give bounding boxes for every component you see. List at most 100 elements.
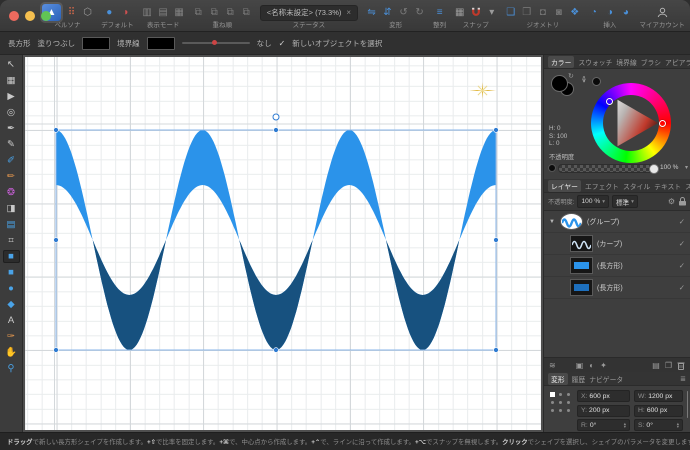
fill-color-well[interactable] — [551, 75, 568, 92]
tab-ナビゲータ[interactable]: ナビゲータ — [589, 374, 623, 384]
blend-mode-combo[interactable]: 標準 ▾ — [611, 195, 638, 208]
tab-履歴[interactable]: 履歴 — [572, 374, 586, 384]
rotate-cw-icon[interactable]: ↻ — [414, 5, 425, 20]
point-transform-tool[interactable]: ◎ — [3, 106, 20, 119]
layer-visibility-checkbox[interactable]: ✓ — [679, 239, 685, 248]
selection-handle[interactable] — [53, 347, 59, 353]
rotation-handle[interactable] — [272, 113, 280, 121]
link-dimensions-brace[interactable] — [687, 391, 688, 418]
tab-変形[interactable]: 変形 — [548, 372, 568, 385]
layer-label[interactable]: (長方形) — [597, 261, 675, 271]
layer-label[interactable]: (長方形) — [597, 283, 675, 293]
picked-color-well[interactable] — [592, 77, 601, 86]
opacity-dropdown-icon[interactable]: ▾ — [685, 164, 688, 171]
stroke-swatch[interactable] — [146, 36, 175, 50]
stroke-width-slider-knob[interactable] — [212, 40, 218, 45]
text-tool[interactable]: A — [3, 314, 20, 327]
vector-brush-tool[interactable]: ✐ — [3, 154, 20, 167]
insert-behind-icon[interactable]: ◔ — [588, 5, 599, 20]
layer-visibility-checkbox[interactable]: ✓ — [679, 283, 685, 292]
s-field[interactable]: S: 0° ▴ ▾ — [634, 419, 683, 431]
hue-selector[interactable] — [659, 120, 666, 127]
export-persona-icon[interactable]: ⬡ — [82, 5, 93, 20]
pencil-tool[interactable]: ✎ — [3, 138, 20, 151]
snap-grid-icon[interactable]: ▦ — [454, 5, 465, 20]
insert-inside-icon[interactable]: ◕ — [620, 5, 631, 20]
paint-brush-tool[interactable]: ✏ — [3, 170, 20, 183]
layer-visibility-checkbox[interactable]: ✓ — [679, 261, 685, 270]
boolean-xor-icon[interactable]: ◙ — [553, 5, 564, 20]
artboard-tool[interactable]: ▦ — [3, 74, 20, 87]
close-window-button[interactable] — [9, 11, 19, 21]
transparency-tool[interactable]: ◨ — [3, 202, 20, 215]
layer-settings-gear-icon[interactable]: ⚙ — [668, 197, 675, 206]
zoom-tool[interactable]: ⚲ — [3, 362, 20, 375]
move-to-back-icon[interactable]: ⧉ — [241, 5, 252, 20]
opacity-slider-knob[interactable] — [649, 164, 659, 174]
outline-view-icon[interactable]: ▤ — [158, 5, 169, 20]
y-field[interactable]: Y: 200 px — [577, 404, 630, 417]
opacity-zero-swatch[interactable] — [548, 164, 556, 172]
group-layers-icon[interactable]: ❐ — [665, 361, 672, 370]
swap-colors-icon[interactable]: ↻ — [568, 72, 574, 80]
artboard[interactable] — [25, 57, 541, 430]
tab-ストック[interactable]: ストック — [685, 181, 690, 191]
layer-row[interactable]: (長方形) ✓ — [544, 277, 690, 299]
x-field[interactable]: X: 600 px — [577, 390, 630, 402]
boolean-intersect-icon[interactable]: ◘ — [537, 5, 548, 20]
triangle-selector[interactable] — [606, 98, 613, 105]
panel-menu-icon[interactable]: ≣ — [680, 375, 686, 383]
expander-icon[interactable]: ▼ — [549, 219, 556, 225]
layer-visibility-checkbox[interactable]: ✓ — [679, 217, 685, 226]
flip-vertical-icon[interactable]: ⇵ — [382, 5, 393, 20]
selection-handle[interactable] — [493, 347, 499, 353]
insert-on-top-icon[interactable]: ◑ — [604, 5, 615, 20]
hand-tool[interactable]: ✋ — [3, 346, 20, 359]
split-view-icon[interactable]: ▦ — [174, 5, 185, 20]
move-forward-icon[interactable]: ⧉ — [209, 5, 220, 20]
snap-dropdown-icon[interactable]: ▾ — [486, 5, 497, 20]
boolean-divide-icon[interactable]: ❖ — [569, 5, 580, 20]
tab-スタイル[interactable]: スタイル — [623, 181, 650, 191]
fill-swatch[interactable] — [82, 36, 111, 50]
tab-エフェクト[interactable]: エフェクト — [585, 181, 619, 191]
alignment-icon[interactable]: ≡ — [434, 5, 445, 20]
canvas-pasteboard[interactable] — [23, 55, 543, 432]
tab-境界線[interactable]: 境界線 — [616, 57, 636, 67]
pen-tool[interactable]: ✒ — [3, 122, 20, 135]
isolate-icon[interactable]: ≋ — [549, 361, 556, 370]
color-picker-tool[interactable]: ✑ — [3, 330, 20, 343]
selection-handle[interactable] — [53, 237, 59, 243]
rotate-ccw-icon[interactable]: ↺ — [398, 5, 409, 20]
rectangle-tool[interactable]: ■ — [2, 250, 20, 263]
select-new-object-checkbox[interactable]: ✓ — [279, 39, 286, 48]
adjustment-icon[interactable]: ◐ — [589, 361, 594, 370]
h-field[interactable]: H: 600 px — [634, 404, 683, 417]
effects-icon[interactable]: ✦ — [600, 361, 607, 370]
move-tool[interactable]: ↖ — [3, 58, 20, 71]
close-document-icon[interactable]: × — [346, 8, 351, 17]
layer-row[interactable]: (長方形) ✓ — [544, 255, 690, 277]
custom-shape-tool[interactable]: ◆ — [3, 298, 20, 311]
fill-gradient-tool[interactable]: ❂ — [3, 186, 20, 199]
selection-handle[interactable] — [273, 347, 279, 353]
place-image-tool[interactable]: ▤ — [3, 218, 20, 231]
stroke-width-slider[interactable] — [181, 40, 250, 45]
snapping-magnet-icon[interactable] — [470, 5, 481, 20]
opacity-value[interactable]: 100 % — [660, 164, 678, 171]
account-icon[interactable] — [657, 5, 668, 20]
boolean-add-icon[interactable]: ❑ — [505, 5, 516, 20]
tab-テキスト[interactable]: テキスト — [654, 181, 681, 191]
tab-ブラシ[interactable]: ブラシ — [641, 57, 661, 67]
tab-スウォッチ[interactable]: スウォッチ — [578, 57, 612, 67]
vector-context-icon[interactable]: ● — [104, 5, 115, 20]
lock-icon[interactable] — [679, 197, 686, 206]
layer-label[interactable]: (グループ) — [587, 217, 675, 227]
vector-crop-tool[interactable]: ⌗ — [3, 234, 20, 247]
minimize-window-button[interactable] — [25, 11, 35, 21]
selection-handle[interactable] — [273, 127, 279, 133]
vector-view-icon[interactable]: ▥ — [142, 5, 153, 20]
move-to-front-icon[interactable]: ⧉ — [193, 5, 204, 20]
tab-カラー[interactable]: カラー — [548, 55, 575, 68]
mask-icon[interactable]: ▣ — [576, 361, 584, 370]
